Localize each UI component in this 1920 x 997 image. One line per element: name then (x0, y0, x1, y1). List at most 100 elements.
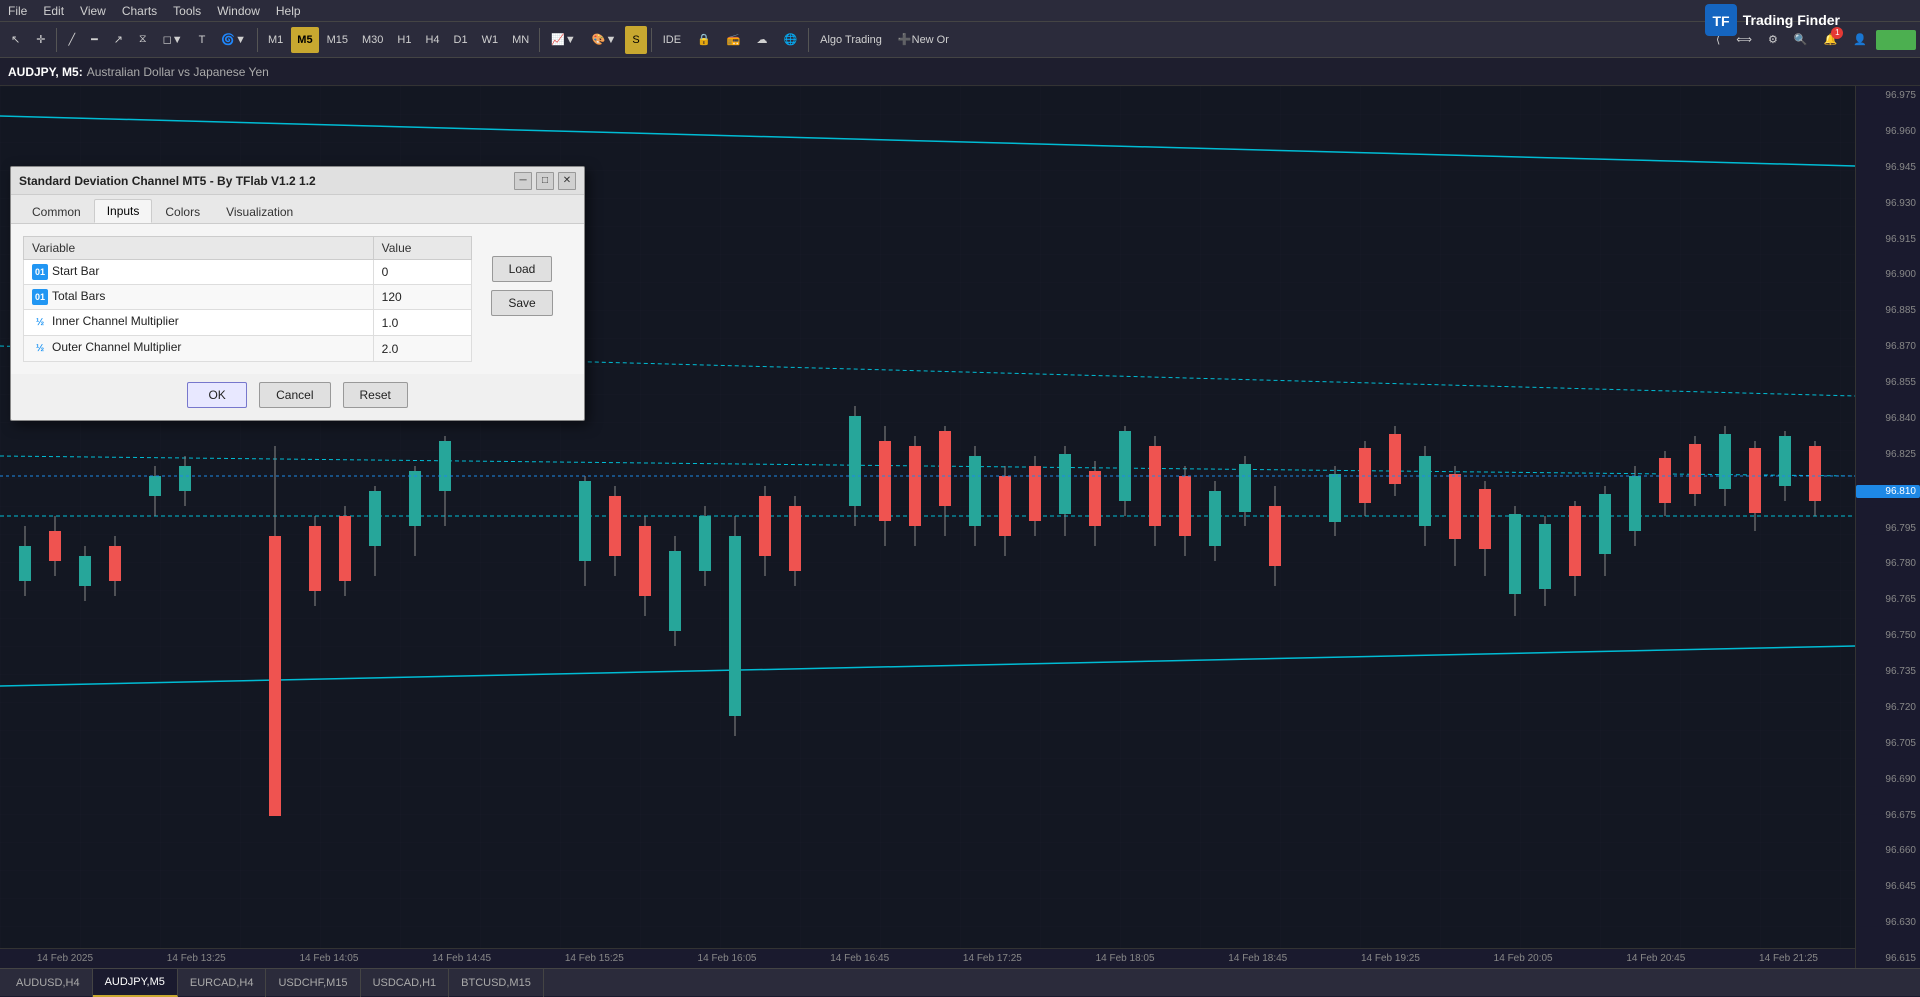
algo-trading-label: Algo Trading (820, 34, 882, 46)
fibonacci-tool[interactable]: 🌀▼ (214, 26, 253, 54)
save-button[interactable]: Save (491, 290, 552, 316)
candle (49, 531, 61, 561)
trend-tool[interactable]: ↗ (107, 26, 130, 54)
tab-inputs[interactable]: Inputs (94, 199, 153, 223)
candle (309, 526, 321, 591)
candle (1119, 431, 1131, 501)
line-tool[interactable]: ╱ (61, 26, 82, 54)
candle (729, 536, 741, 716)
tf-m30[interactable]: M30 (356, 27, 389, 53)
time-label-12: 14 Feb 20:45 (1626, 953, 1685, 964)
menu-charts[interactable]: Charts (122, 4, 157, 18)
reset-button[interactable]: Reset (343, 382, 408, 408)
candle (1569, 506, 1581, 576)
tab-item-usdcadh1[interactable]: USDCAD,H1 (361, 969, 450, 997)
table-row[interactable]: 01Start Bar0 (24, 260, 472, 285)
dialog-minimize-btn[interactable]: ─ (514, 172, 532, 190)
variable-name: Start Bar (52, 264, 99, 278)
candle (369, 491, 381, 546)
price-96900: 96.900 (1856, 269, 1920, 280)
toolbar-separator-2 (257, 28, 258, 52)
table-row[interactable]: ½Outer Channel Multiplier2.0 (24, 336, 472, 362)
tf-h4[interactable]: H4 (419, 27, 445, 53)
candle (109, 546, 121, 581)
var-icon: 01 (32, 289, 48, 305)
price-axis: 96.975 96.960 96.945 96.930 96.915 96.90… (1855, 86, 1920, 968)
chart-style-btn[interactable]: 🎨▼ (585, 26, 624, 54)
new-order-btn[interactable]: ➕ New Or (891, 26, 956, 54)
tf-m5[interactable]: M5 (291, 27, 318, 53)
tab-bar: AUDUSD,H4AUDJPY,M5EURCAD,H4USDCHF,M15USD… (0, 968, 1920, 996)
candle (439, 441, 451, 491)
variable-value: 1.0 (373, 310, 471, 336)
tab-item-audusdh4[interactable]: AUDUSD,H4 (4, 969, 93, 997)
candle (849, 416, 861, 506)
cancel-button[interactable]: Cancel (259, 382, 330, 408)
tf-w1[interactable]: W1 (476, 27, 505, 53)
candle (789, 506, 801, 571)
shapes-tool[interactable]: ◻▼ (156, 26, 190, 54)
price-96645: 96.645 (1856, 881, 1920, 892)
tf-mn[interactable]: MN (506, 27, 535, 53)
variable-value: 0 (373, 260, 471, 285)
notification-btn[interactable]: 🔔1 (1817, 26, 1845, 54)
cursor-tool[interactable]: ↖ (4, 26, 27, 54)
menu-file[interactable]: File (8, 4, 27, 18)
menu-tools[interactable]: Tools (173, 4, 201, 18)
load-button[interactable]: Load (492, 256, 553, 282)
time-label-10: 14 Feb 19:25 (1361, 953, 1420, 964)
tf-d1[interactable]: D1 (448, 27, 474, 53)
algo-trading-btn[interactable]: Algo Trading (813, 26, 889, 54)
candle (939, 431, 951, 506)
time-label-3: 14 Feb 14:45 (432, 953, 491, 964)
tf-m15[interactable]: M15 (321, 27, 354, 53)
signal-btn[interactable]: S (625, 26, 646, 54)
price-96765: 96.765 (1856, 594, 1920, 605)
cloud-btn[interactable]: ☁ (749, 26, 774, 54)
tab-common[interactable]: Common (19, 199, 94, 223)
symbol-bar: AUDJPY, M5: Australian Dollar vs Japanes… (0, 58, 1920, 86)
variable-name: Total Bars (52, 289, 105, 303)
tab-visualization[interactable]: Visualization (213, 199, 306, 223)
price-96615: 96.615 (1856, 953, 1920, 964)
crosshair-tool[interactable]: ✛ (29, 26, 52, 54)
tf-h1[interactable]: H1 (391, 27, 417, 53)
dialog-close-btn[interactable]: ✕ (558, 172, 576, 190)
candle (759, 496, 771, 556)
candle (1029, 466, 1041, 521)
table-row[interactable]: ½Inner Channel Multiplier1.0 (24, 310, 472, 336)
time-label-9: 14 Feb 18:45 (1228, 953, 1287, 964)
lock-btn[interactable]: 🔒 (690, 26, 718, 54)
status-indicator (1876, 30, 1916, 50)
text-tool[interactable]: T (192, 26, 213, 54)
time-label-13: 14 Feb 21:25 (1759, 953, 1818, 964)
menu-edit[interactable]: Edit (43, 4, 64, 18)
tab-item-eurcadh4[interactable]: EURCAD,H4 (178, 969, 267, 997)
chart-type-btn[interactable]: 📈▼ (544, 26, 583, 54)
candle (339, 516, 351, 581)
market-btn[interactable]: 🌐 (776, 26, 804, 54)
chart-container: 96.975 96.960 96.945 96.930 96.915 96.90… (0, 86, 1920, 968)
new-order-label: New Or (912, 34, 949, 46)
menu-window[interactable]: Window (217, 4, 260, 18)
menu-help[interactable]: Help (276, 4, 301, 18)
ok-button[interactable]: OK (187, 382, 247, 408)
user-btn[interactable]: 👤 (1846, 26, 1874, 54)
radio-btn[interactable]: 📻 (720, 26, 748, 54)
menu-view[interactable]: View (80, 4, 106, 18)
dialog-main-content: Variable Value 01Start Bar001Total Bars1… (23, 236, 572, 362)
tab-item-usdchfm15[interactable]: USDCHF,M15 (266, 969, 360, 997)
candle (969, 456, 981, 526)
tf-m1[interactable]: M1 (262, 27, 289, 53)
ide-btn[interactable]: IDE (656, 26, 688, 54)
price-96795: 96.795 (1856, 523, 1920, 534)
dialog-maximize-btn[interactable]: □ (536, 172, 554, 190)
tab-item-btcusdm15[interactable]: BTCUSD,M15 (449, 969, 544, 997)
candle (19, 546, 31, 581)
hline-tool[interactable]: ━ (84, 26, 105, 54)
tab-item-audjpym5[interactable]: AUDJPY,M5 (93, 969, 178, 997)
candle (1419, 456, 1431, 526)
table-row[interactable]: 01Total Bars120 (24, 285, 472, 310)
tab-colors[interactable]: Colors (152, 199, 213, 223)
channel-tool[interactable]: ⧖ (132, 26, 154, 54)
